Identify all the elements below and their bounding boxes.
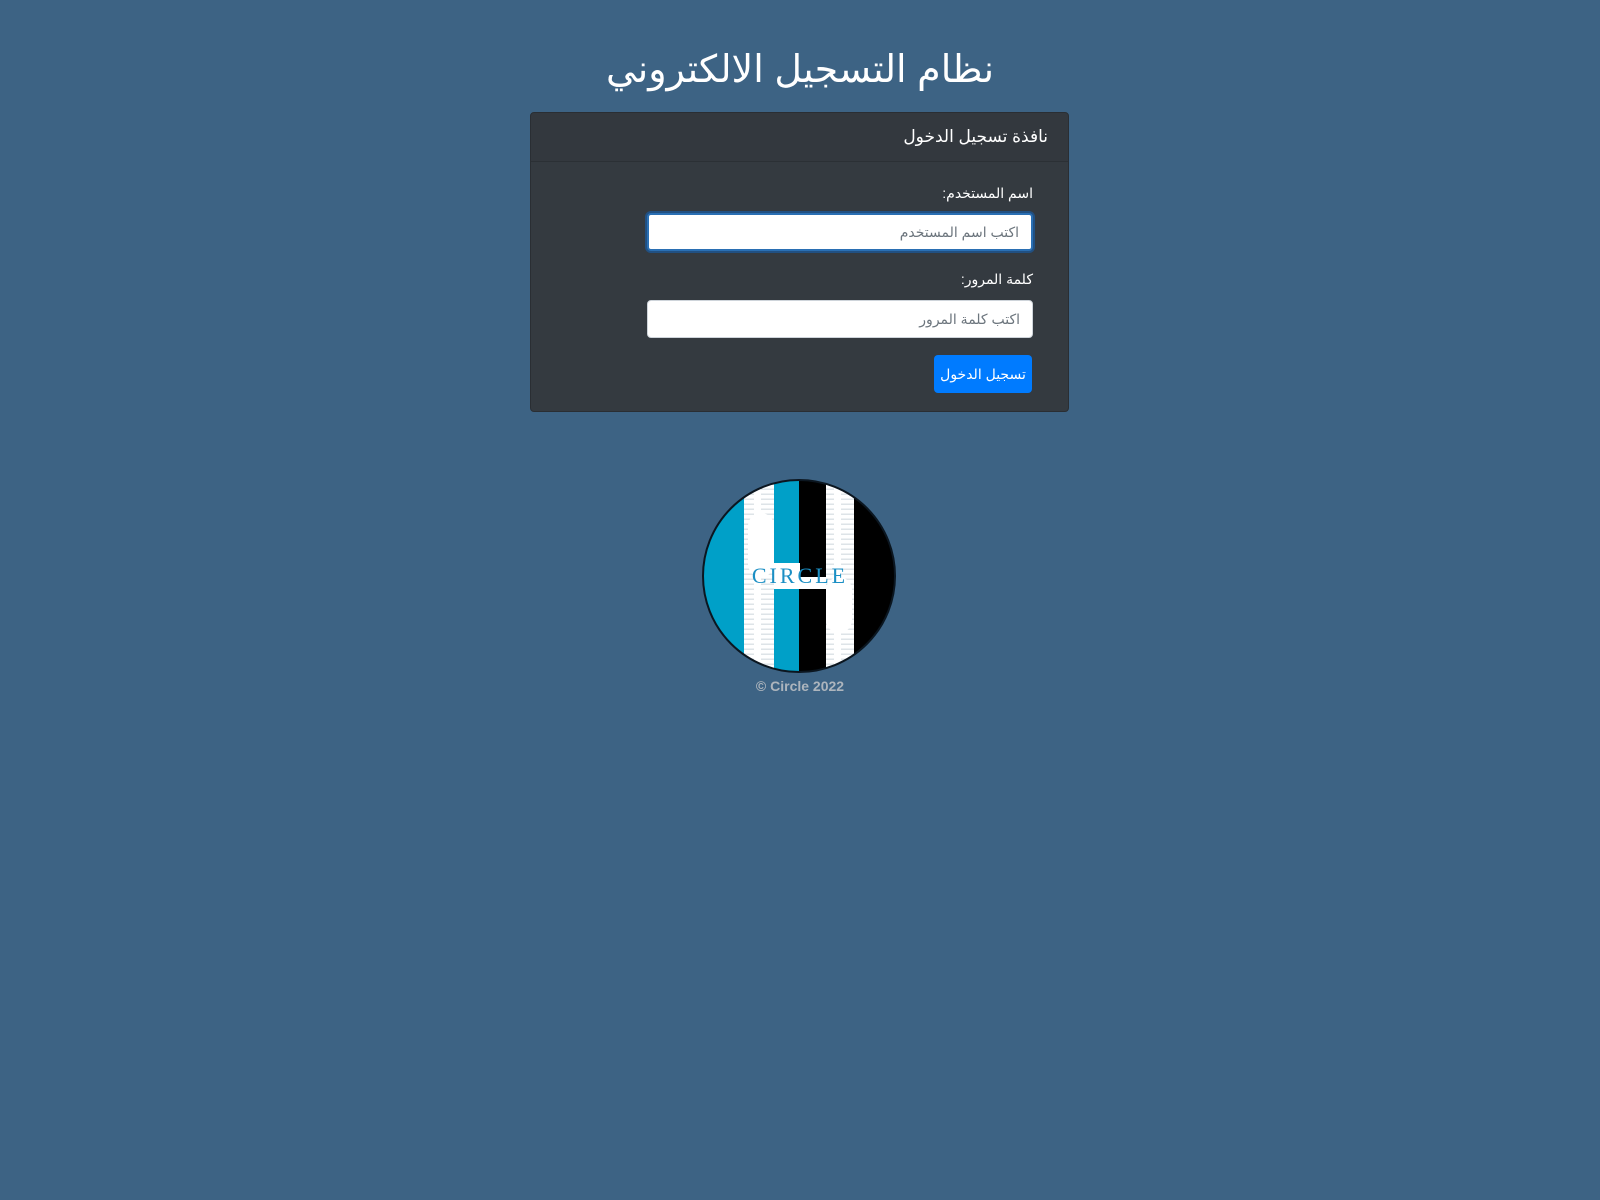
login-card: نافذة تسجيل الدخول اسم المستخدم: كلمة ال… (530, 112, 1069, 412)
password-label: كلمة المرور: (960, 271, 1033, 287)
password-input[interactable] (647, 300, 1033, 338)
username-input[interactable] (647, 213, 1033, 251)
copyright-text: © Circle 2022 (755, 678, 845, 694)
login-card-title: نافذة تسجيل الدخول (531, 113, 1068, 162)
login-button[interactable]: تسجيل الدخول (934, 355, 1032, 393)
username-label: اسم المستخدم: (942, 185, 1033, 201)
page-title: نظام التسجيل الالكتروني (605, 49, 995, 91)
circle-logo: CIRCLE (702, 479, 896, 673)
logo-text: CIRCLE (752, 563, 848, 588)
